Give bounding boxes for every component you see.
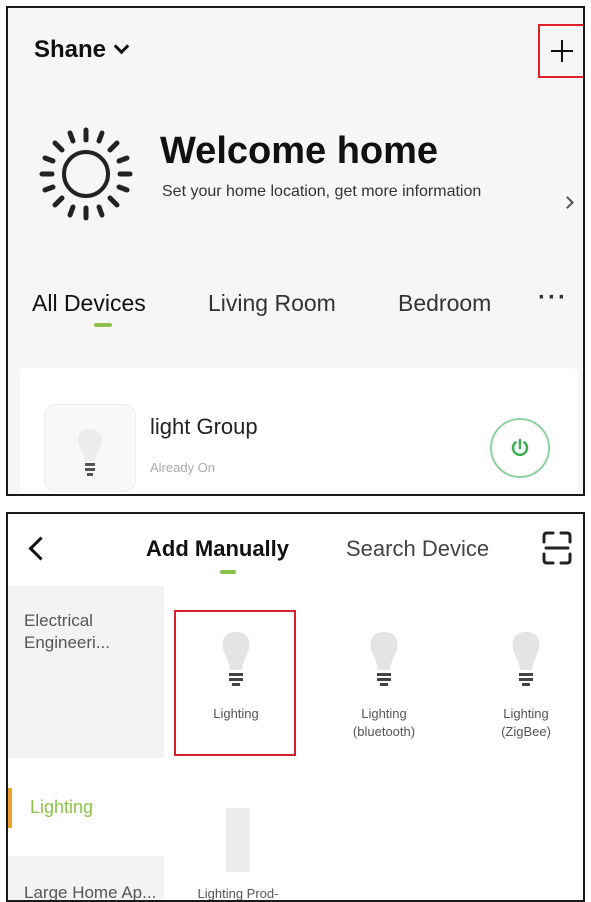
product-label: Lighting Prod- bbox=[197, 886, 279, 901]
product-lighting-prod[interactable]: Lighting Prod- bbox=[178, 806, 298, 901]
tab-bedroom[interactable]: Bedroom bbox=[398, 290, 491, 317]
more-tabs-icon[interactable]: ··· bbox=[538, 284, 568, 312]
home-screen: Shane Welcome home Set your home locatio… bbox=[6, 6, 585, 496]
chevron-right-icon[interactable] bbox=[561, 196, 574, 209]
home-selector[interactable]: Shane bbox=[34, 36, 130, 64]
add-device-screen: Add Manually Search Device Electrical En… bbox=[6, 512, 585, 902]
category-large-home-appliances[interactable]: Large Home Ap... bbox=[8, 882, 164, 900]
device-thumbnail bbox=[44, 404, 136, 492]
add-device-button[interactable] bbox=[538, 24, 583, 78]
power-toggle-button[interactable] bbox=[490, 418, 550, 478]
sun-icon bbox=[39, 127, 133, 221]
tab-living-room[interactable]: Living Room bbox=[208, 290, 336, 317]
bulb-icon bbox=[512, 632, 540, 686]
device-card[interactable]: light Group Already On bbox=[20, 368, 578, 494]
category-electrical-engineering[interactable]: Electrical Engineeri... bbox=[8, 610, 164, 654]
tab-search-device[interactable]: Search Device bbox=[346, 536, 489, 562]
device-name: light Group bbox=[150, 414, 258, 439]
selected-category-bar bbox=[8, 788, 12, 828]
category-lighting-label: Lighting bbox=[30, 797, 94, 817]
product-label: Lighting (ZigBee) bbox=[501, 706, 551, 739]
product-label: Lighting (bluetooth) bbox=[352, 706, 416, 739]
product-lighting-zigbee[interactable]: Lighting (ZigBee) bbox=[466, 630, 583, 741]
welcome-title: Welcome home bbox=[160, 130, 439, 172]
welcome-subtitle[interactable]: Set your home location, get more informa… bbox=[162, 181, 492, 202]
bulb-icon bbox=[78, 429, 102, 476]
active-tab-indicator bbox=[220, 570, 236, 574]
back-arrow-icon[interactable] bbox=[28, 536, 53, 561]
home-name: Shane bbox=[34, 36, 107, 63]
device-status: Already On bbox=[150, 460, 216, 475]
tab-add-manually[interactable]: Add Manually bbox=[146, 536, 289, 562]
chevron-down-icon bbox=[113, 38, 130, 55]
bulb-icon bbox=[370, 632, 398, 686]
product-lighting-bluetooth[interactable]: Lighting (bluetooth) bbox=[324, 630, 444, 741]
tab-all-devices[interactable]: All Devices bbox=[32, 290, 146, 317]
active-tab-indicator bbox=[94, 323, 112, 327]
device-thumbnail-icon bbox=[226, 808, 250, 872]
scan-icon[interactable] bbox=[540, 530, 574, 566]
category-lighting[interactable]: Lighting bbox=[8, 758, 164, 856]
selected-product-highlight bbox=[174, 610, 296, 756]
category-sidebar: Electrical Engineeri... Lighting Large H… bbox=[8, 586, 164, 900]
power-icon bbox=[511, 438, 529, 457]
